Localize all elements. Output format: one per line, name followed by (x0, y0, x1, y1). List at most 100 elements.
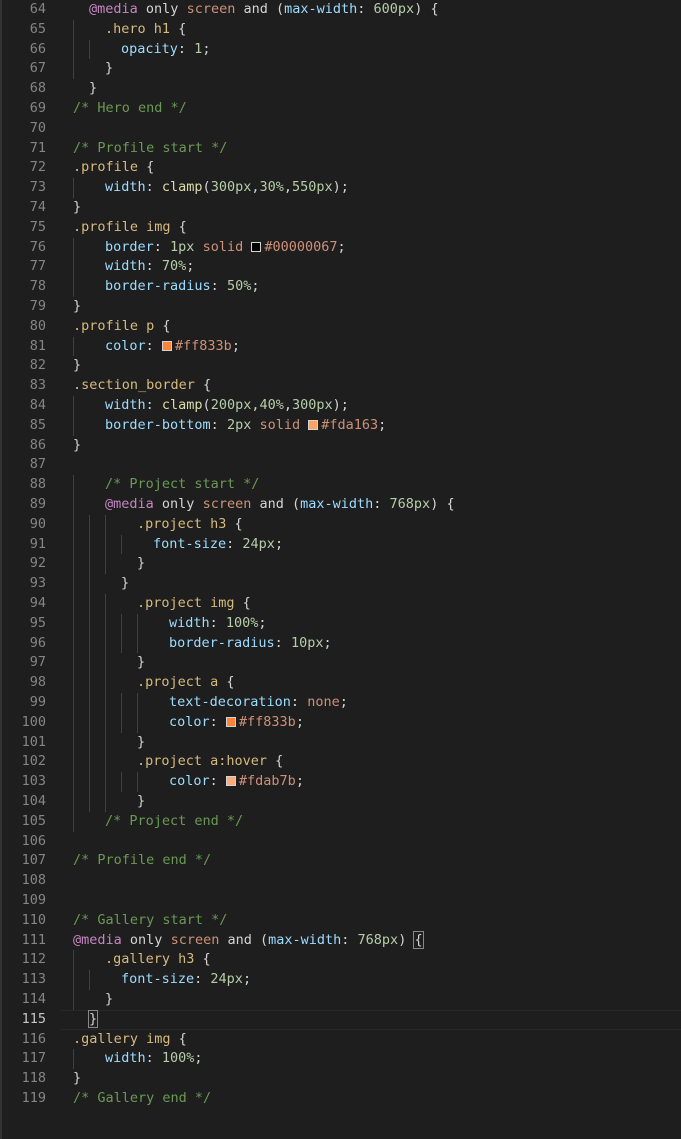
code-line[interactable]: /* Profile end */ (73, 851, 681, 871)
code-token: } (73, 357, 82, 374)
indent-guide (89, 514, 90, 812)
code-line[interactable]: .profile img { (73, 218, 681, 238)
code-token: ); (332, 179, 349, 196)
code-line[interactable]: .hero h1 { (105, 20, 681, 40)
code-line[interactable]: color: #ff833b; (169, 713, 681, 733)
code-token: @media (105, 496, 154, 512)
code-line[interactable]: .project a { (137, 673, 681, 693)
code-line[interactable]: color: #fdab7b; (169, 772, 681, 792)
code-line[interactable]: @media only screen and (max-width: 768px… (105, 495, 681, 515)
code-token: 1px (170, 238, 195, 255)
indent-guide (121, 772, 122, 792)
code-token: and ( (251, 496, 301, 512)
code-line[interactable]: border-radius: 10px; (169, 634, 681, 654)
indent-guide (73, 336, 74, 357)
code-token: opacity (121, 40, 178, 57)
code-line[interactable]: .gallery img { (73, 1030, 681, 1050)
indent-guide (121, 534, 122, 555)
code-line[interactable]: } (137, 653, 681, 673)
code-line[interactable]: color: #ff833b; (105, 337, 681, 357)
code-area[interactable]: @media only screen and (max-width: 600px… (0, 0, 681, 1139)
code-line[interactable]: /* Gallery start */ (73, 911, 681, 931)
code-line[interactable]: } (73, 1069, 681, 1089)
code-line[interactable]: /* Hero end */ (73, 99, 681, 119)
code-token: : (226, 535, 243, 552)
code-line[interactable]: width: 70%; (105, 257, 681, 277)
code-token: .gallery h3 (105, 951, 195, 968)
code-line[interactable]: /* Profile start */ (73, 139, 681, 159)
code-line[interactable]: } (137, 554, 681, 574)
code-line[interactable]: .section_border { (73, 376, 681, 396)
code-line[interactable]: .profile { (73, 158, 681, 178)
indent-guide (137, 772, 138, 792)
code-line[interactable]: } (137, 733, 681, 753)
code-token: color (169, 773, 210, 790)
color-swatch[interactable] (225, 776, 236, 787)
code-line[interactable]: @media only screen and (max-width: 600px… (89, 0, 681, 20)
code-token: } (73, 298, 82, 314)
code-line[interactable]: } (137, 792, 681, 812)
code-line[interactable]: /* Project start */ (105, 475, 681, 495)
code-token: ) { (430, 496, 455, 512)
code-line[interactable]: } (87, 1009, 681, 1030)
code-line[interactable]: } (73, 356, 681, 376)
code-line[interactable] (73, 871, 681, 891)
color-swatch[interactable] (225, 716, 236, 727)
code-token: } (105, 60, 114, 77)
code-line[interactable]: font-size: 24px; (121, 970, 681, 990)
code-token: : (209, 614, 226, 631)
code-line[interactable]: text-decoration: none; (169, 693, 681, 713)
code-line[interactable]: } (73, 297, 681, 317)
code-comment: /* Project start */ (105, 476, 260, 493)
color-swatch[interactable] (251, 241, 262, 252)
code-token: max-width (300, 496, 374, 512)
indent-guide (121, 613, 122, 654)
color-swatch[interactable] (308, 419, 319, 430)
code-line[interactable]: .project h3 { (137, 515, 681, 535)
code-line[interactable]: } (73, 198, 681, 218)
code-line[interactable]: border-radius: 50%; (105, 277, 681, 297)
code-line[interactable]: .project img { (137, 594, 681, 614)
code-token: : (373, 496, 390, 512)
color-swatch[interactable] (161, 340, 172, 351)
code-comment: /* Profile end */ (73, 852, 212, 869)
code-token: ( (202, 397, 211, 413)
code-line[interactable]: width: clamp(300px,30%,550px); (105, 178, 681, 198)
code-line[interactable]: /* Gallery end */ (73, 1089, 681, 1109)
code-line[interactable]: } (121, 574, 681, 594)
code-line[interactable]: width: 100%; (169, 614, 681, 634)
code-token: } (73, 436, 82, 453)
code-line[interactable]: .profile p { (73, 317, 681, 337)
code-line[interactable] (73, 119, 681, 139)
code-line[interactable]: width: 100%; (105, 1049, 681, 1069)
indent-guide (89, 39, 90, 60)
code-line[interactable]: @media only screen and (max-width: 768px… (73, 930, 681, 951)
code-line[interactable]: } (89, 79, 681, 99)
code-token: { (154, 317, 171, 334)
code-token: } (89, 80, 98, 97)
code-token: border-radius (169, 634, 275, 651)
code-line[interactable]: } (73, 436, 681, 456)
code-token: #ff833b (238, 713, 296, 730)
indent-guide (73, 950, 74, 1010)
code-line[interactable]: font-size: 24px; (153, 535, 681, 555)
code-line[interactable]: width: clamp(200px,40%,300px); (105, 396, 681, 416)
code-line[interactable]: opacity: 1; (121, 40, 681, 60)
code-line[interactable] (73, 455, 681, 475)
code-line[interactable] (73, 832, 681, 852)
code-line[interactable]: border-bottom: 2px solid #fda163; (105, 416, 681, 436)
code-token: .project h3 (137, 515, 227, 532)
code-line[interactable]: border: 1px solid #00000067; (105, 238, 681, 258)
code-token: 30% (259, 179, 284, 196)
code-editor[interactable]: 64 65 66 67 68 69 70 71 72 73 74 75 76 77 78 79 80 81 82 83… (0, 0, 681, 1139)
code-token: @media (89, 1, 138, 17)
code-line[interactable]: .project a:hover { (137, 752, 681, 772)
code-line[interactable]: /* Project end */ (105, 812, 681, 832)
code-line[interactable]: } (105, 59, 681, 79)
code-token: ; (295, 773, 304, 790)
code-line[interactable]: .gallery h3 { (105, 950, 681, 970)
code-line[interactable] (73, 891, 681, 911)
code-token: : (145, 337, 162, 354)
code-line[interactable]: } (105, 990, 681, 1010)
indent-guide (73, 19, 74, 80)
